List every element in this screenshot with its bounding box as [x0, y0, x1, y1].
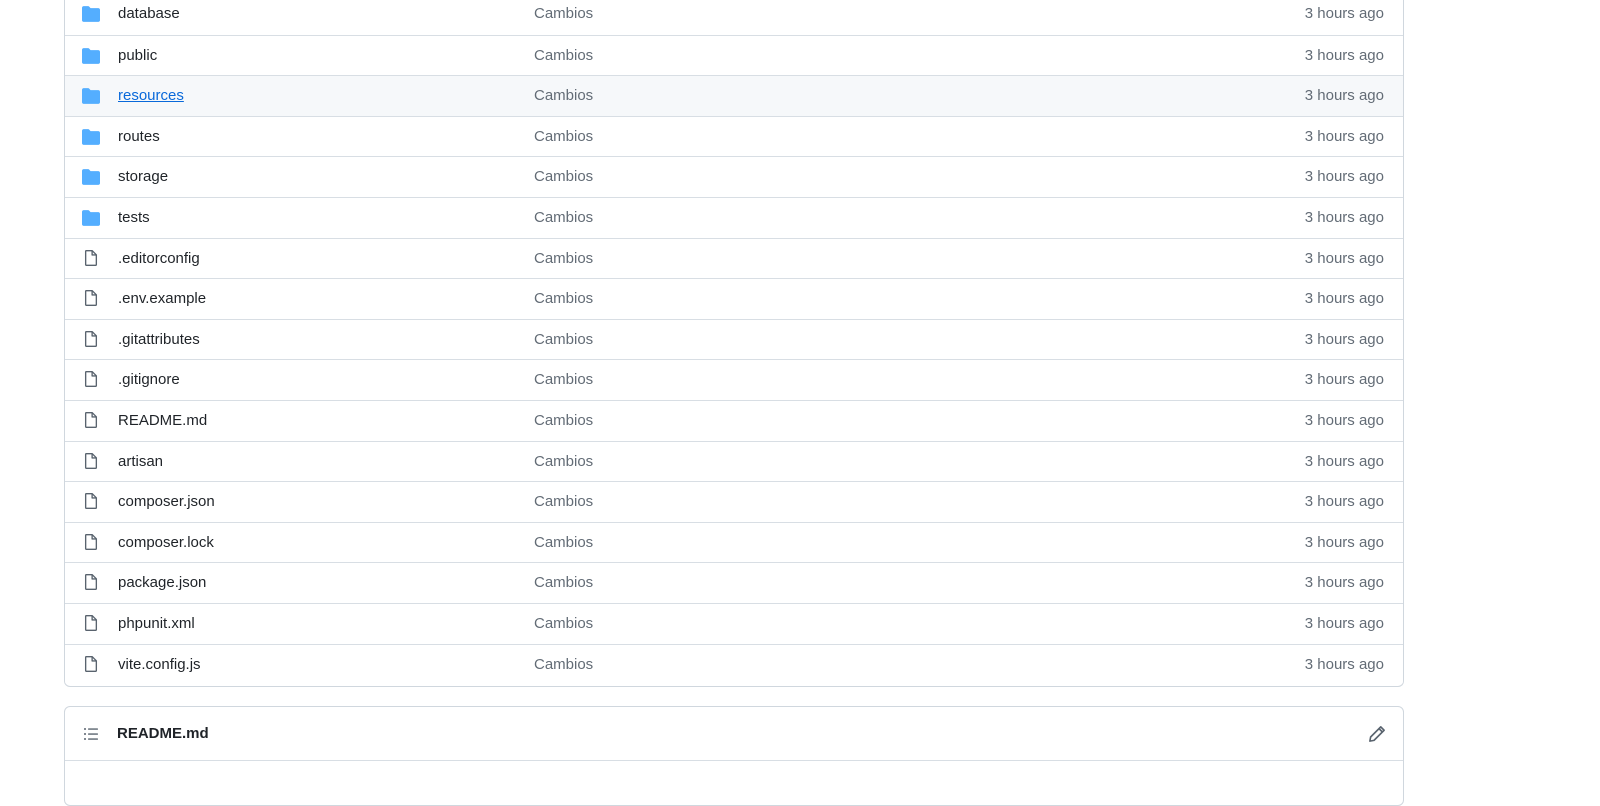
commit-message-link[interactable]: Cambios: [534, 87, 593, 104]
file-icon: [82, 411, 100, 428]
commit-age: 3 hours ago: [1304, 330, 1384, 348]
commit-age: 3 hours ago: [1304, 574, 1384, 592]
commit-message-link[interactable]: Cambios: [534, 5, 593, 22]
file-name-link[interactable]: README.md: [118, 412, 207, 429]
file-row[interactable]: .env.example Cambios 3 hours ago: [65, 278, 1403, 319]
commit-message-link[interactable]: Cambios: [534, 331, 593, 348]
file-row[interactable]: .editorconfig Cambios 3 hours ago: [65, 237, 1403, 279]
commit-message-link[interactable]: Cambios: [534, 493, 593, 510]
file-name-link[interactable]: package.json: [118, 574, 206, 591]
file-row[interactable]: routes Cambios 3 hours ago: [65, 115, 1403, 157]
file-name-link[interactable]: composer.lock: [118, 534, 214, 551]
folder-icon: [82, 128, 100, 145]
file-row[interactable]: composer.lock Cambios 3 hours ago: [65, 521, 1403, 563]
commit-message-link[interactable]: Cambios: [534, 412, 593, 429]
list-unordered-icon[interactable]: [82, 726, 100, 742]
file-row[interactable]: .gitignore Cambios 3 hours ago: [65, 359, 1403, 400]
commit-message-link[interactable]: Cambios: [534, 128, 593, 145]
file-name-link[interactable]: resources: [118, 87, 184, 104]
file-icon: [82, 533, 100, 550]
file-name-link[interactable]: storage: [118, 168, 168, 185]
commit-message-link[interactable]: Cambios: [534, 534, 593, 551]
file-icon: [82, 249, 100, 266]
file-icon: [82, 370, 100, 388]
file-row[interactable]: .gitattributes Cambios 3 hours ago: [65, 318, 1403, 360]
file-icon: [82, 573, 100, 591]
file-name-link[interactable]: tests: [118, 209, 150, 226]
folder-icon: [82, 6, 100, 22]
file-icon: [82, 614, 100, 631]
file-icon: [82, 452, 100, 469]
file-name-link[interactable]: public: [118, 47, 157, 64]
file-name-link[interactable]: .env.example: [118, 290, 206, 307]
file-row[interactable]: database Cambios 3 hours ago: [65, 0, 1403, 35]
file-row[interactable]: composer.json Cambios 3 hours ago: [65, 481, 1403, 522]
folder-icon: [82, 88, 100, 105]
file-row[interactable]: package.json Cambios 3 hours ago: [65, 562, 1403, 603]
commit-message-link[interactable]: Cambios: [534, 656, 593, 673]
commit-age: 3 hours ago: [1304, 655, 1384, 673]
commit-message-link[interactable]: Cambios: [534, 615, 593, 632]
folder-icon: [82, 210, 100, 226]
commit-message-link[interactable]: Cambios: [534, 574, 593, 591]
commit-message-link[interactable]: Cambios: [534, 47, 593, 64]
readme-header: README.md: [65, 707, 1403, 761]
pencil-icon[interactable]: [1367, 724, 1387, 744]
commit-age: 3 hours ago: [1304, 412, 1384, 429]
commit-message-link[interactable]: Cambios: [534, 453, 593, 470]
file-name-link[interactable]: artisan: [118, 453, 163, 470]
commit-age: 3 hours ago: [1304, 46, 1384, 64]
commit-age: 3 hours ago: [1304, 615, 1384, 632]
commit-message-link[interactable]: Cambios: [534, 168, 593, 185]
file-icon: [82, 289, 100, 307]
file-name-link[interactable]: vite.config.js: [118, 656, 201, 673]
readme-title: README.md: [117, 725, 209, 742]
file-row[interactable]: vite.config.js Cambios 3 hours ago: [65, 643, 1403, 685]
commit-age: 3 hours ago: [1304, 127, 1384, 145]
file-name-link[interactable]: routes: [118, 128, 160, 145]
file-name-link[interactable]: .editorconfig: [118, 250, 200, 267]
commit-age: 3 hours ago: [1304, 168, 1384, 186]
folder-icon: [82, 169, 100, 186]
file-icon: [82, 655, 100, 672]
commit-age: 3 hours ago: [1304, 209, 1384, 226]
commit-age: 3 hours ago: [1304, 5, 1384, 22]
file-name-link[interactable]: phpunit.xml: [118, 615, 195, 632]
file-icon: [82, 330, 100, 347]
commit-age: 3 hours ago: [1304, 371, 1384, 389]
commit-age: 3 hours ago: [1304, 249, 1384, 267]
file-row[interactable]: resources Cambios 3 hours ago: [65, 75, 1403, 116]
file-name-link[interactable]: .gitattributes: [118, 331, 200, 348]
readme-panel: README.md: [64, 706, 1404, 806]
file-icon: [82, 492, 100, 510]
file-name-link[interactable]: .gitignore: [118, 371, 180, 388]
commit-message-link[interactable]: Cambios: [534, 290, 593, 307]
commit-age: 3 hours ago: [1304, 290, 1384, 308]
commit-age: 3 hours ago: [1304, 493, 1384, 511]
file-row[interactable]: tests Cambios 3 hours ago: [65, 197, 1403, 238]
file-row[interactable]: public Cambios 3 hours ago: [65, 34, 1403, 76]
file-row[interactable]: storage Cambios 3 hours ago: [65, 156, 1403, 197]
commit-age: 3 hours ago: [1304, 452, 1384, 470]
file-row[interactable]: phpunit.xml Cambios 3 hours ago: [65, 603, 1403, 644]
file-list: database Cambios 3 hours ago public Cambios 3…: [64, 0, 1404, 687]
commit-message-link[interactable]: Cambios: [534, 209, 593, 226]
commit-age: 3 hours ago: [1304, 533, 1384, 551]
folder-icon: [82, 47, 100, 64]
commit-message-link[interactable]: Cambios: [534, 250, 593, 267]
file-row[interactable]: artisan Cambios 3 hours ago: [65, 440, 1403, 482]
file-name-link[interactable]: database: [118, 5, 180, 22]
commit-age: 3 hours ago: [1304, 87, 1384, 105]
file-name-link[interactable]: composer.json: [118, 493, 215, 510]
file-row[interactable]: README.md Cambios 3 hours ago: [65, 400, 1403, 441]
commit-message-link[interactable]: Cambios: [534, 371, 593, 388]
